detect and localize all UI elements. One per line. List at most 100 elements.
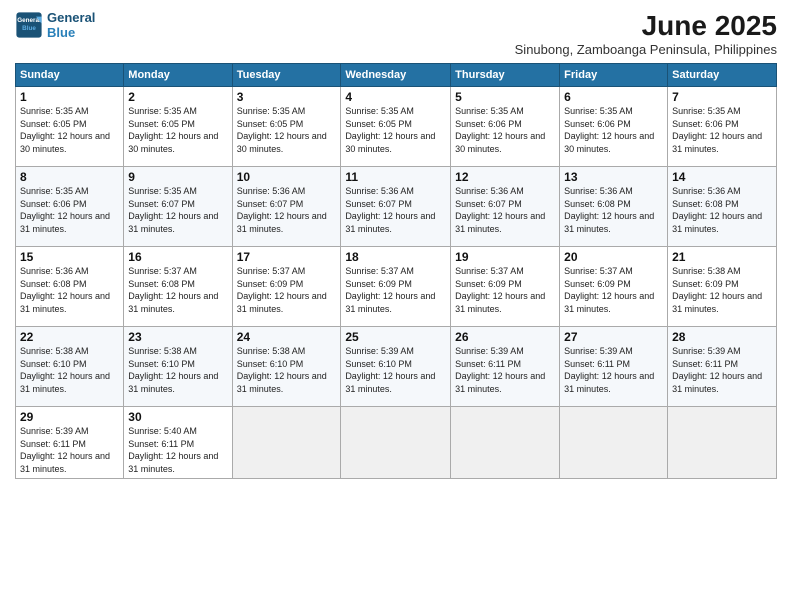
table-row: 5Sunrise: 5:35 AM Sunset: 6:06 PM Daylig… bbox=[451, 87, 560, 167]
table-row: 18Sunrise: 5:37 AM Sunset: 6:09 PM Dayli… bbox=[341, 247, 451, 327]
day-number: 29 bbox=[20, 410, 119, 424]
table-row: 25Sunrise: 5:39 AM Sunset: 6:10 PM Dayli… bbox=[341, 327, 451, 407]
col-wednesday: Wednesday bbox=[341, 64, 451, 87]
table-row: 19Sunrise: 5:37 AM Sunset: 6:09 PM Dayli… bbox=[451, 247, 560, 327]
day-number: 6 bbox=[564, 90, 663, 104]
day-info: Sunrise: 5:37 AM Sunset: 6:09 PM Dayligh… bbox=[345, 265, 446, 315]
table-row bbox=[451, 407, 560, 479]
day-info: Sunrise: 5:38 AM Sunset: 6:10 PM Dayligh… bbox=[128, 345, 227, 395]
logo-text: General Blue bbox=[47, 10, 95, 40]
table-row: 6Sunrise: 5:35 AM Sunset: 6:06 PM Daylig… bbox=[560, 87, 668, 167]
table-row: 11Sunrise: 5:36 AM Sunset: 6:07 PM Dayli… bbox=[341, 167, 451, 247]
day-number: 25 bbox=[345, 330, 446, 344]
col-monday: Monday bbox=[124, 64, 232, 87]
day-info: Sunrise: 5:39 AM Sunset: 6:11 PM Dayligh… bbox=[564, 345, 663, 395]
col-friday: Friday bbox=[560, 64, 668, 87]
calendar-week-row: 8Sunrise: 5:35 AM Sunset: 6:06 PM Daylig… bbox=[16, 167, 777, 247]
table-row: 15Sunrise: 5:36 AM Sunset: 6:08 PM Dayli… bbox=[16, 247, 124, 327]
day-info: Sunrise: 5:38 AM Sunset: 6:10 PM Dayligh… bbox=[20, 345, 119, 395]
day-number: 4 bbox=[345, 90, 446, 104]
day-info: Sunrise: 5:39 AM Sunset: 6:11 PM Dayligh… bbox=[672, 345, 772, 395]
day-info: Sunrise: 5:36 AM Sunset: 6:07 PM Dayligh… bbox=[455, 185, 555, 235]
calendar-week-row: 1Sunrise: 5:35 AM Sunset: 6:05 PM Daylig… bbox=[16, 87, 777, 167]
day-number: 14 bbox=[672, 170, 772, 184]
day-info: Sunrise: 5:36 AM Sunset: 6:08 PM Dayligh… bbox=[20, 265, 119, 315]
day-info: Sunrise: 5:39 AM Sunset: 6:11 PM Dayligh… bbox=[455, 345, 555, 395]
calendar-table: Sunday Monday Tuesday Wednesday Thursday… bbox=[15, 63, 777, 479]
table-row: 20Sunrise: 5:37 AM Sunset: 6:09 PM Dayli… bbox=[560, 247, 668, 327]
title-block: June 2025 Sinubong, Zamboanga Peninsula,… bbox=[515, 10, 777, 57]
table-row: 12Sunrise: 5:36 AM Sunset: 6:07 PM Dayli… bbox=[451, 167, 560, 247]
day-info: Sunrise: 5:37 AM Sunset: 6:09 PM Dayligh… bbox=[237, 265, 337, 315]
day-info: Sunrise: 5:37 AM Sunset: 6:09 PM Dayligh… bbox=[564, 265, 663, 315]
day-info: Sunrise: 5:36 AM Sunset: 6:08 PM Dayligh… bbox=[672, 185, 772, 235]
table-row: 30Sunrise: 5:40 AM Sunset: 6:11 PM Dayli… bbox=[124, 407, 232, 479]
logo-icon: General Blue bbox=[15, 11, 43, 39]
day-number: 24 bbox=[237, 330, 337, 344]
day-number: 18 bbox=[345, 250, 446, 264]
page-header: General Blue General Blue June 2025 Sinu… bbox=[15, 10, 777, 57]
calendar-subtitle: Sinubong, Zamboanga Peninsula, Philippin… bbox=[515, 42, 777, 57]
calendar-week-row: 29Sunrise: 5:39 AM Sunset: 6:11 PM Dayli… bbox=[16, 407, 777, 479]
calendar-header-row: Sunday Monday Tuesday Wednesday Thursday… bbox=[16, 64, 777, 87]
day-info: Sunrise: 5:35 AM Sunset: 6:05 PM Dayligh… bbox=[128, 105, 227, 155]
table-row: 9Sunrise: 5:35 AM Sunset: 6:07 PM Daylig… bbox=[124, 167, 232, 247]
col-tuesday: Tuesday bbox=[232, 64, 341, 87]
day-info: Sunrise: 5:36 AM Sunset: 6:08 PM Dayligh… bbox=[564, 185, 663, 235]
table-row: 22Sunrise: 5:38 AM Sunset: 6:10 PM Dayli… bbox=[16, 327, 124, 407]
day-number: 11 bbox=[345, 170, 446, 184]
table-row: 14Sunrise: 5:36 AM Sunset: 6:08 PM Dayli… bbox=[668, 167, 777, 247]
day-number: 28 bbox=[672, 330, 772, 344]
calendar-page: General Blue General Blue June 2025 Sinu… bbox=[0, 0, 792, 612]
calendar-week-row: 15Sunrise: 5:36 AM Sunset: 6:08 PM Dayli… bbox=[16, 247, 777, 327]
calendar-week-row: 22Sunrise: 5:38 AM Sunset: 6:10 PM Dayli… bbox=[16, 327, 777, 407]
day-info: Sunrise: 5:36 AM Sunset: 6:07 PM Dayligh… bbox=[237, 185, 337, 235]
logo: General Blue General Blue bbox=[15, 10, 95, 40]
day-number: 26 bbox=[455, 330, 555, 344]
day-number: 23 bbox=[128, 330, 227, 344]
day-info: Sunrise: 5:37 AM Sunset: 6:08 PM Dayligh… bbox=[128, 265, 227, 315]
day-info: Sunrise: 5:38 AM Sunset: 6:09 PM Dayligh… bbox=[672, 265, 772, 315]
day-number: 21 bbox=[672, 250, 772, 264]
table-row: 7Sunrise: 5:35 AM Sunset: 6:06 PM Daylig… bbox=[668, 87, 777, 167]
table-row: 26Sunrise: 5:39 AM Sunset: 6:11 PM Dayli… bbox=[451, 327, 560, 407]
day-number: 22 bbox=[20, 330, 119, 344]
day-number: 27 bbox=[564, 330, 663, 344]
table-row: 27Sunrise: 5:39 AM Sunset: 6:11 PM Dayli… bbox=[560, 327, 668, 407]
col-saturday: Saturday bbox=[668, 64, 777, 87]
table-row: 10Sunrise: 5:36 AM Sunset: 6:07 PM Dayli… bbox=[232, 167, 341, 247]
svg-text:Blue: Blue bbox=[22, 25, 36, 32]
day-number: 13 bbox=[564, 170, 663, 184]
table-row: 4Sunrise: 5:35 AM Sunset: 6:05 PM Daylig… bbox=[341, 87, 451, 167]
day-info: Sunrise: 5:35 AM Sunset: 6:06 PM Dayligh… bbox=[564, 105, 663, 155]
day-number: 17 bbox=[237, 250, 337, 264]
day-number: 5 bbox=[455, 90, 555, 104]
day-info: Sunrise: 5:39 AM Sunset: 6:11 PM Dayligh… bbox=[20, 425, 119, 475]
col-thursday: Thursday bbox=[451, 64, 560, 87]
day-number: 12 bbox=[455, 170, 555, 184]
day-info: Sunrise: 5:37 AM Sunset: 6:09 PM Dayligh… bbox=[455, 265, 555, 315]
day-info: Sunrise: 5:35 AM Sunset: 6:06 PM Dayligh… bbox=[672, 105, 772, 155]
table-row bbox=[560, 407, 668, 479]
day-number: 19 bbox=[455, 250, 555, 264]
day-info: Sunrise: 5:39 AM Sunset: 6:10 PM Dayligh… bbox=[345, 345, 446, 395]
table-row: 24Sunrise: 5:38 AM Sunset: 6:10 PM Dayli… bbox=[232, 327, 341, 407]
table-row: 17Sunrise: 5:37 AM Sunset: 6:09 PM Dayli… bbox=[232, 247, 341, 327]
col-sunday: Sunday bbox=[16, 64, 124, 87]
day-number: 8 bbox=[20, 170, 119, 184]
day-number: 10 bbox=[237, 170, 337, 184]
table-row: 2Sunrise: 5:35 AM Sunset: 6:05 PM Daylig… bbox=[124, 87, 232, 167]
day-info: Sunrise: 5:35 AM Sunset: 6:05 PM Dayligh… bbox=[20, 105, 119, 155]
table-row: 8Sunrise: 5:35 AM Sunset: 6:06 PM Daylig… bbox=[16, 167, 124, 247]
day-number: 30 bbox=[128, 410, 227, 424]
table-row bbox=[341, 407, 451, 479]
table-row: 21Sunrise: 5:38 AM Sunset: 6:09 PM Dayli… bbox=[668, 247, 777, 327]
day-number: 3 bbox=[237, 90, 337, 104]
table-row: 13Sunrise: 5:36 AM Sunset: 6:08 PM Dayli… bbox=[560, 167, 668, 247]
day-info: Sunrise: 5:35 AM Sunset: 6:06 PM Dayligh… bbox=[20, 185, 119, 235]
table-row: 23Sunrise: 5:38 AM Sunset: 6:10 PM Dayli… bbox=[124, 327, 232, 407]
day-info: Sunrise: 5:35 AM Sunset: 6:06 PM Dayligh… bbox=[455, 105, 555, 155]
day-number: 9 bbox=[128, 170, 227, 184]
table-row: 3Sunrise: 5:35 AM Sunset: 6:05 PM Daylig… bbox=[232, 87, 341, 167]
table-row: 28Sunrise: 5:39 AM Sunset: 6:11 PM Dayli… bbox=[668, 327, 777, 407]
